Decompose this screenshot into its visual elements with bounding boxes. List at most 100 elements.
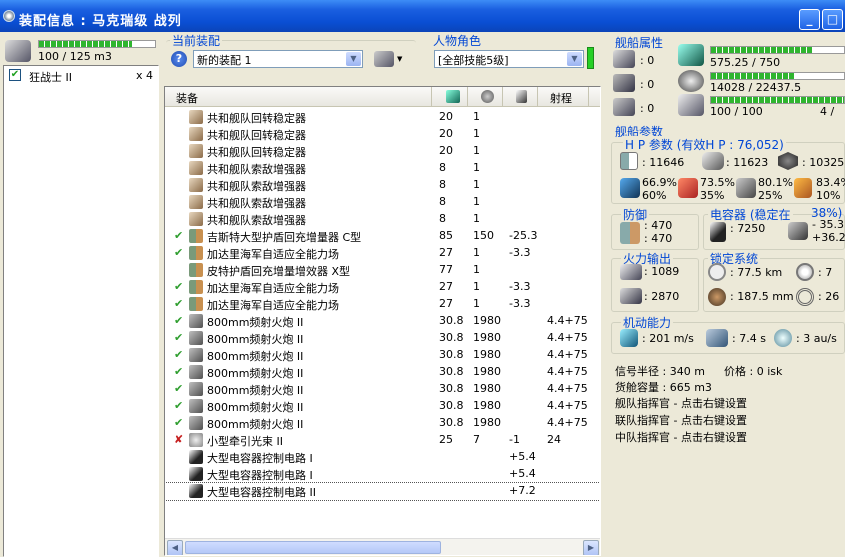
module-cpu: 30.8: [439, 399, 464, 412]
max-targets-icon: [796, 263, 814, 281]
table-row[interactable]: ✔ 800mm频射火炮 II 30.8 1980 4.4+75: [165, 330, 600, 347]
table-row[interactable]: ✘ 小型牵引光束 II 25 7 -1 24: [165, 432, 600, 449]
module-name: 800mm频射火炮 II: [207, 401, 304, 414]
module-state-icon[interactable]: ✘: [174, 433, 183, 446]
table-row[interactable]: 共和舰队索敌增强器 8 1: [165, 194, 600, 211]
table-row[interactable]: 大型电容器控制电路 I +5.4: [165, 449, 600, 466]
table-row[interactable]: ✔ 800mm频射火炮 II 30.8 1980 4.4+75: [165, 381, 600, 398]
module-state-icon[interactable]: ✔: [174, 331, 183, 344]
table-row[interactable]: ✔ 800mm频射火炮 II 30.8 1980 4.4+75: [165, 398, 600, 415]
table-row[interactable]: ✔ 800mm频射火炮 II 30.8 1980 4.4+75: [165, 415, 600, 432]
hp-total: 76,052): [737, 138, 784, 152]
thermal-resist-2: 35%: [700, 189, 725, 202]
em-resist-2: 60%: [642, 189, 667, 202]
module-capacitor: -1: [509, 433, 520, 446]
module-state-icon[interactable]: ✔: [174, 229, 183, 242]
chevron-down-icon[interactable]: ▼: [567, 52, 582, 66]
cpu-icon[interactable]: [446, 90, 460, 103]
maximize-button[interactable]: □: [822, 9, 843, 30]
powergrid-icon[interactable]: [481, 90, 494, 103]
header-module[interactable]: 装备: [176, 90, 198, 106]
window-title: 装配信息 : 马克瑞级 战列: [19, 14, 182, 29]
module-range: 4.4+75: [547, 331, 588, 344]
module-capacitor: +5.4: [509, 450, 536, 463]
module-cpu: 30.8: [439, 382, 464, 395]
table-row[interactable]: 共和舰队回转稳定器 20 1: [165, 109, 600, 126]
module-cap-icon: [189, 484, 203, 498]
module-name: 共和舰队回转稳定器: [207, 129, 306, 142]
drone-bay-bar: [38, 40, 156, 48]
squad-commander[interactable]: 中队指挥官 - 点击右键设置: [615, 429, 747, 445]
module-powergrid: 1: [473, 127, 480, 140]
module-table[interactable]: 装备 射程 共和舰队回转稳定器 20 1 共和舰队回转稳定器 20 1 共和舰队回转稳定器 2…: [164, 86, 601, 556]
module-cap-icon: [189, 467, 203, 481]
table-row[interactable]: 大型电容器控制电路 I +5.4: [165, 466, 600, 483]
defense-value-1: : 470: [644, 219, 673, 232]
ship-wrench-icon[interactable]: [374, 51, 394, 67]
horizontal-scrollbar[interactable]: ◀ ▶: [165, 538, 600, 555]
module-shield-icon: [189, 229, 203, 243]
table-row[interactable]: ✔ 800mm频射火炮 II 30.8 1980 4.4+75: [165, 364, 600, 381]
high-slot-icon: [613, 50, 635, 68]
table-row[interactable]: ✔ 800mm频射火炮 II 30.8 1980 4.4+75: [165, 313, 600, 330]
drone-checkbox[interactable]: ✔: [9, 69, 21, 81]
module-state-icon[interactable]: ✔: [174, 382, 183, 395]
module-name: 共和舰队索敌增强器: [207, 163, 306, 176]
module-name: 皮特护盾回充增量增效器 X型: [207, 265, 351, 278]
table-row[interactable]: ✔ 加达里海军自适应全能力场 27 1 -3.3: [165, 296, 600, 313]
target-range-icon: [708, 263, 726, 281]
scroll-thumb[interactable]: [185, 541, 441, 554]
table-row[interactable]: 皮特护盾回充增量增效器 X型 77 1: [165, 262, 600, 279]
module-powergrid: 1980: [473, 331, 501, 344]
fleet-commander[interactable]: 舰队指挥官 - 点击右键设置: [615, 395, 747, 411]
scroll-left-button[interactable]: ◀: [167, 540, 183, 555]
table-row[interactable]: 共和舰队索敌增强器 8 1: [165, 160, 600, 177]
fitting-label: 当前装配: [170, 32, 223, 49]
module-range: 4.4+75: [547, 348, 588, 361]
module-gun-icon: [189, 416, 203, 430]
defense-icon: [620, 222, 640, 244]
scroll-right-button[interactable]: ▶: [583, 540, 599, 555]
turret-slot-icon: [613, 74, 635, 92]
module-state-icon[interactable]: ✔: [174, 297, 183, 310]
table-row[interactable]: ✔ 吉斯特大型护盾回充增量器 C型 85 150 -25.3: [165, 228, 600, 245]
table-row[interactable]: ✔ 加达里海军自适应全能力场 27 1 -3.3: [165, 245, 600, 262]
module-state-icon[interactable]: ✔: [174, 365, 183, 378]
scan-resolution-icon: [708, 288, 726, 306]
shield-hp-icon: [620, 152, 638, 170]
max-targets: : 7: [818, 266, 833, 279]
table-row[interactable]: 大型电容器控制电路 II +7.2: [165, 482, 600, 501]
module-gun-icon: [189, 399, 203, 413]
module-powergrid: 1: [473, 110, 480, 123]
dropdown-arrow-icon[interactable]: ▼: [397, 55, 402, 63]
module-state-icon[interactable]: ✔: [174, 314, 183, 327]
drone-list[interactable]: ✔ 狂战士 II x 4: [3, 65, 159, 557]
capacitor-recharge-icon: [788, 222, 808, 240]
header-range[interactable]: 射程: [550, 90, 572, 106]
wing-commander[interactable]: 联队指挥官 - 点击右键设置: [615, 412, 747, 428]
table-row[interactable]: ✔ 加达里海军自适应全能力场 27 1 -3.3: [165, 279, 600, 296]
table-row[interactable]: ✔ 800mm频射火炮 II 30.8 1980 4.4+75: [165, 347, 600, 364]
module-range: 4.4+75: [547, 382, 588, 395]
capacitor-icon[interactable]: [516, 90, 527, 103]
module-state-icon[interactable]: ✔: [174, 348, 183, 361]
fitting-select[interactable]: 新的装配 1 ▼: [193, 50, 363, 68]
module-state-icon[interactable]: ✔: [174, 246, 183, 259]
title-bar[interactable]: 装配信息 : 马克瑞级 战列 _ □: [0, 0, 845, 32]
minimize-button[interactable]: _: [799, 9, 820, 30]
module-state-icon[interactable]: ✔: [174, 399, 183, 412]
table-body: 共和舰队回转稳定器 20 1 共和舰队回转稳定器 20 1 共和舰队回转稳定器 20 1 共和舰队…: [165, 108, 600, 534]
capacitor-recharge: +36.2: [812, 231, 845, 244]
character-select[interactable]: [全部技能5级] ▼: [434, 50, 584, 68]
table-row[interactable]: 共和舰队回转稳定器 20 1: [165, 126, 600, 143]
table-row[interactable]: 共和舰队索敌增强器 8 1: [165, 177, 600, 194]
ship-attr-label: 舰船属性: [613, 34, 666, 51]
table-row[interactable]: 共和舰队回转稳定器 20 1: [165, 143, 600, 160]
module-rig-icon: [189, 212, 203, 226]
module-state-icon[interactable]: ✔: [174, 280, 183, 293]
armor-hp-icon: [702, 152, 724, 170]
module-state-icon[interactable]: ✔: [174, 416, 183, 429]
chevron-down-icon[interactable]: ▼: [346, 52, 361, 66]
table-row[interactable]: 共和舰队索敌增强器 8 1: [165, 211, 600, 228]
help-icon[interactable]: ?: [171, 51, 187, 67]
